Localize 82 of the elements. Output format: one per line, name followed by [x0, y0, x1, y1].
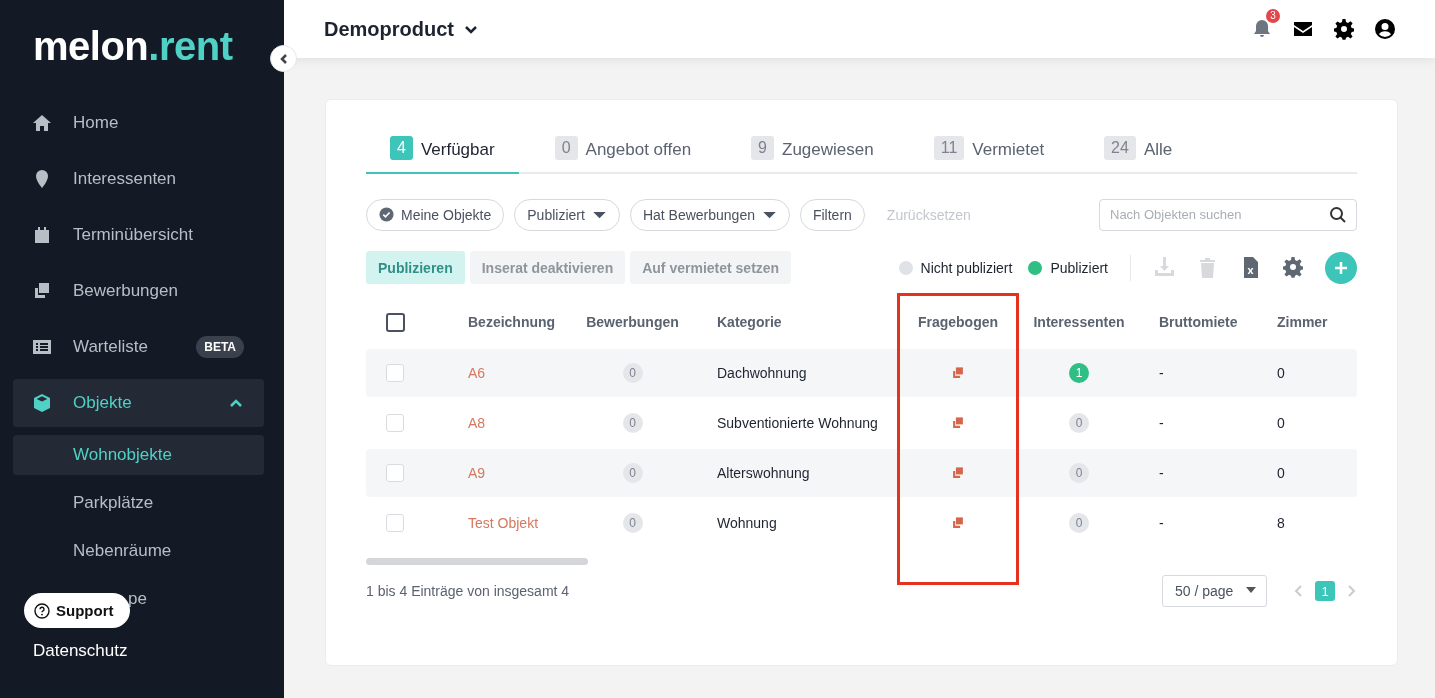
list-icon	[32, 337, 52, 357]
help-icon	[34, 602, 50, 619]
check-circle-icon	[379, 207, 394, 222]
tab[interactable]: 24 Alle	[1080, 136, 1197, 174]
table-cell-text: 0	[1276, 465, 1285, 481]
column-header[interactable]: Fragebogen	[917, 314, 999, 330]
sidebar-subitem[interactable]: Wohnobjekte	[13, 435, 264, 475]
copy-icon[interactable]	[951, 516, 965, 530]
count-badge: 0	[1069, 413, 1089, 433]
tab[interactable]: 11 Vermietet	[909, 136, 1069, 174]
cube-icon	[32, 393, 52, 413]
sidebar-subitem[interactable]: Nebenräume	[13, 531, 264, 571]
count-badge: 0	[622, 513, 643, 533]
table-cell-text: -	[1158, 465, 1164, 481]
column-header[interactable]: Bewerbungen	[586, 314, 679, 330]
count-badge: 0	[622, 463, 643, 483]
filter-chip[interactable]: Meine Objekte	[366, 198, 505, 231]
count-badge: 1	[1069, 363, 1089, 383]
beta-badge: BETA	[196, 336, 244, 358]
tab-count: 4	[390, 136, 413, 160]
count-badge: 0	[622, 413, 643, 433]
product-selector[interactable]: Demoproduct	[324, 17, 478, 41]
filter-chip[interactable]: Publiziert	[514, 198, 620, 231]
copy-icon[interactable]	[951, 366, 965, 380]
column-header[interactable]: Kategorie	[697, 314, 782, 330]
search-field[interactable]: Nach Objekten suchen	[1099, 198, 1357, 231]
sidebar-item[interactable]: Home	[13, 99, 264, 147]
sidebar-item[interactable]: Interessenten	[13, 155, 264, 203]
tab-count: 9	[751, 136, 774, 160]
privacy-link[interactable]: Datenschutz	[33, 641, 128, 661]
copy-icon	[32, 281, 52, 301]
legend-label: Nicht publiziert	[920, 259, 1013, 276]
tab[interactable]: 0 Angebot offen	[530, 136, 716, 174]
table-cell-text: -	[1158, 365, 1164, 381]
table-cell-text: 0	[1276, 365, 1285, 381]
settings-icon[interactable]	[1333, 18, 1355, 40]
checkbox[interactable]	[386, 312, 405, 332]
column-header[interactable]: Interessenten	[1033, 314, 1125, 330]
table-cell-text: Alterswohnung	[716, 465, 810, 481]
sidebar-subitem[interactable]: pe	[128, 579, 147, 619]
home-icon	[32, 113, 52, 133]
sidebar-item[interactable]: Bewerbungen	[13, 267, 264, 315]
table-cell-text: Subventionierte Wohnung	[716, 415, 878, 431]
table-cell-text: 0	[1276, 415, 1285, 431]
table-cell-text: 8	[1276, 515, 1285, 531]
table-cell-text: Wohnung	[716, 515, 777, 531]
entries-summary: 1 bis 4 Einträge von insgesamt 4	[366, 583, 570, 599]
search-icon	[1329, 205, 1346, 223]
sidebar-item[interactable]: Objekte	[13, 379, 264, 427]
column-header[interactable]: Bruttomiete	[1139, 314, 1238, 330]
tab[interactable]: 4 Verfügbar	[366, 136, 519, 174]
tab-count: 24	[1104, 136, 1136, 160]
calendar-icon	[32, 225, 52, 245]
page-size-select[interactable]: 50 / page	[1162, 575, 1267, 607]
plus-icon	[1333, 259, 1349, 276]
legend-label: Publiziert	[1050, 259, 1108, 276]
sidebar-item[interactable]: Terminübersicht	[13, 211, 264, 259]
logo: melon.rent	[33, 24, 233, 69]
table-cell-text: -	[1158, 515, 1164, 531]
scrollbar[interactable]	[366, 558, 588, 565]
filter-chip[interactable]: Hat Bewerbungen	[629, 198, 790, 231]
copy-icon[interactable]	[951, 416, 965, 430]
filter-chip[interactable]: Filtern	[799, 198, 865, 231]
tab-count: 0	[554, 136, 578, 160]
column-header[interactable]: Zimmer	[1257, 314, 1328, 330]
sidebar-subitem[interactable]: Parkplätze	[13, 483, 264, 523]
count-badge: 0	[622, 363, 643, 383]
column-header[interactable]: Bezeichnung	[448, 314, 556, 330]
bell-icon[interactable]	[1251, 18, 1273, 40]
count-badge: 0	[1069, 463, 1089, 483]
caret-down-icon	[1246, 587, 1256, 595]
user-icon[interactable]	[1374, 18, 1396, 40]
table-cell-text: Dachwohnung	[716, 365, 807, 381]
tab-count: 11	[933, 136, 965, 160]
support-button[interactable]: Support	[24, 593, 130, 628]
tab[interactable]: 9 Zugewiesen	[727, 136, 898, 174]
sidebar-item[interactable]: Warteliste BETA	[13, 323, 264, 371]
count-badge: 0	[1069, 513, 1089, 533]
notification-badge: 3	[1266, 9, 1280, 23]
table-cell-text: -	[1158, 415, 1164, 431]
add-button[interactable]	[1325, 251, 1357, 284]
copy-icon[interactable]	[951, 466, 965, 480]
